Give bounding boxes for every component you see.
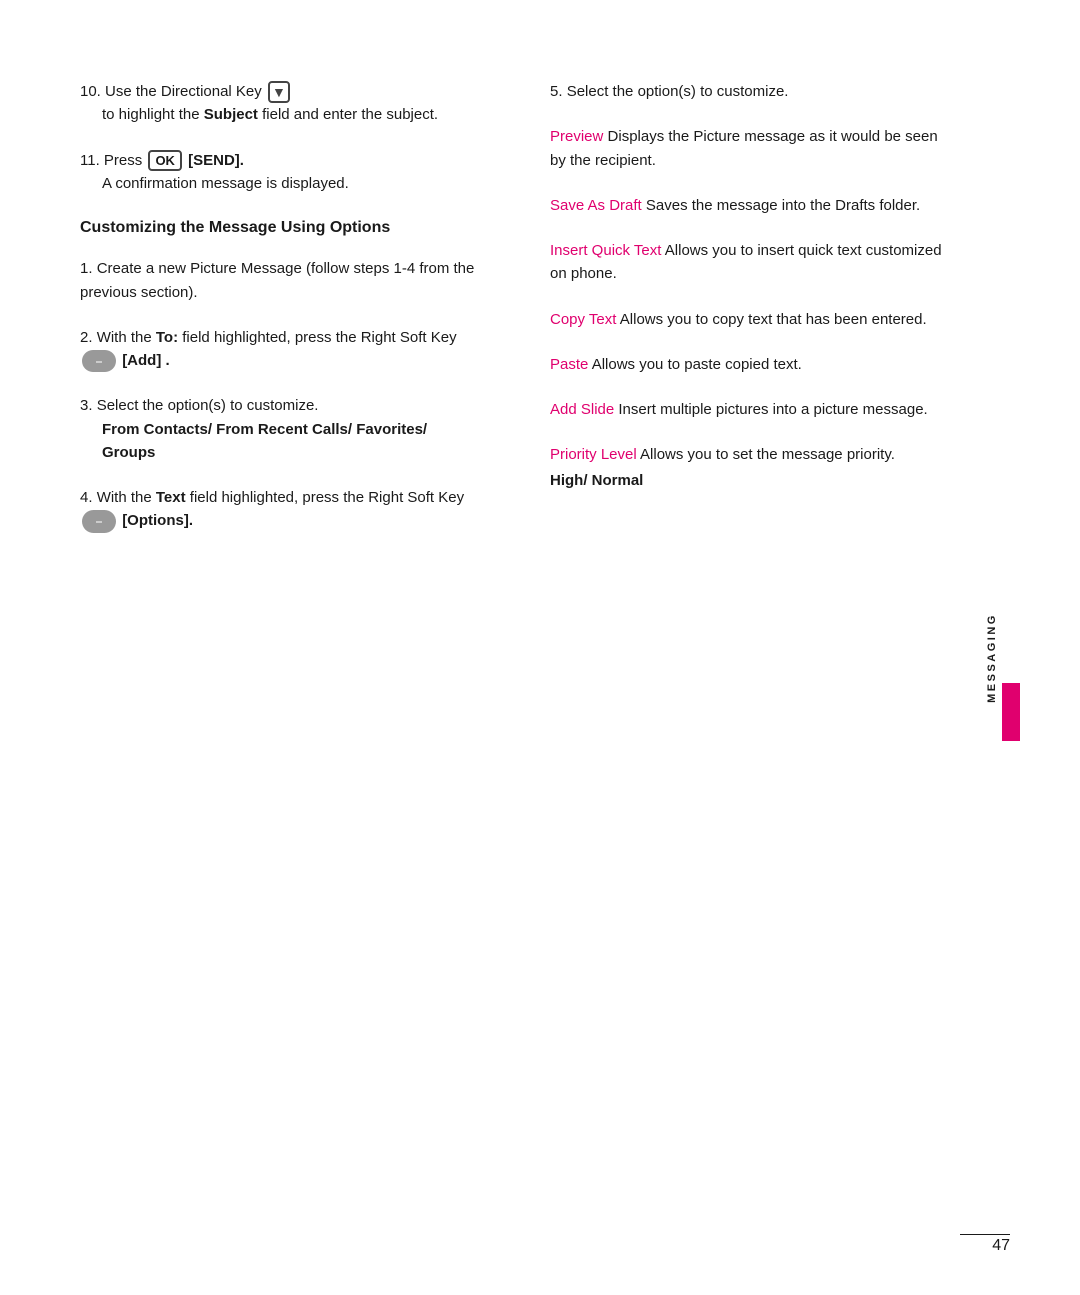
- step-4: 4. With the Text field highlighted, pres…: [80, 486, 480, 533]
- step-4-text: With the Text field highlighted, press t…: [80, 489, 464, 529]
- option-copy-text: Copy Text Allows you to copy text that h…: [550, 308, 944, 331]
- sidebar-bar: [1002, 683, 1020, 741]
- to-bold: To:: [156, 329, 178, 346]
- step-1-text: Create a new Picture Message (follow ste…: [80, 260, 474, 300]
- priority-level-label: Priority Level: [550, 446, 637, 463]
- step-10-text: Use the Directional Key: [105, 83, 266, 100]
- option-save-as-draft: Save As Draft Saves the message into the…: [550, 194, 944, 217]
- step-3-number: 3.: [80, 397, 93, 414]
- contacts-options-bold: From Contacts/ From Recent Calls/ Favori…: [102, 421, 427, 461]
- step-11-text: Press: [104, 152, 147, 169]
- option-paste: Paste Allows you to paste copied text.: [550, 353, 944, 376]
- option-priority-level: Priority Level Allows you to set the mes…: [550, 443, 944, 492]
- step-10-number: 10.: [80, 83, 101, 100]
- save-as-draft-desc: Saves the message into the Drafts folder…: [646, 197, 920, 214]
- main-content: 10. Use the Directional Key ▼ to highlig…: [0, 0, 1080, 1295]
- paste-label: Paste: [550, 356, 588, 373]
- save-as-draft-label: Save As Draft: [550, 197, 642, 214]
- sidebar: MESSAGING: [984, 80, 1020, 1235]
- section-heading: Customizing the Message Using Options: [80, 217, 480, 239]
- right-column: 5. Select the option(s) to customize. Pr…: [540, 80, 944, 1235]
- priority-level-values: High/ Normal: [550, 472, 643, 489]
- page-number: 47: [992, 1237, 1010, 1255]
- copy-text-desc: Allows you to copy text that has been en…: [620, 311, 927, 328]
- left-column: 10. Use the Directional Key ▼ to highlig…: [80, 80, 500, 1235]
- step-2: 2. With the To: field highlighted, press…: [80, 326, 480, 373]
- text-bold: Text: [156, 489, 186, 506]
- step-10: 10. Use the Directional Key ▼ to highlig…: [80, 80, 480, 127]
- priority-level-desc: Allows you to set the message priority.: [640, 446, 895, 463]
- right-soft-key-options-icon: ⎯: [82, 510, 116, 533]
- option-preview: Preview Displays the Picture message as …: [550, 125, 944, 172]
- step-3: 3. Select the option(s) to customize. Fr…: [80, 394, 480, 464]
- send-label: [SEND].: [188, 152, 244, 169]
- copy-text-label: Copy Text: [550, 311, 616, 328]
- add-slide-label: Add Slide: [550, 401, 614, 418]
- step-11: 11. Press OK [SEND]. A confirmation mess…: [80, 149, 480, 196]
- options-bracket: [Options].: [122, 512, 193, 529]
- add-slide-desc: Insert multiple pictures into a picture …: [618, 401, 927, 418]
- step-10-indent: to highlight the Subject field and enter…: [80, 103, 480, 126]
- step-11-number: 11.: [80, 152, 100, 169]
- preview-label: Preview: [550, 128, 603, 145]
- step-3-text: Select the option(s) to customize.: [97, 397, 319, 414]
- step-5: 5. Select the option(s) to customize.: [550, 80, 944, 103]
- step-2-number: 2.: [80, 329, 93, 346]
- directional-key-icon: ▼: [268, 81, 290, 103]
- ok-button-icon: OK: [148, 150, 182, 172]
- page-container: 10. Use the Directional Key ▼ to highlig…: [0, 0, 1080, 1295]
- right-soft-key-add-icon: ⎯: [82, 350, 116, 373]
- divider-line: [960, 1234, 1010, 1236]
- step-1: 1. Create a new Picture Message (follow …: [80, 257, 480, 304]
- step-11-indent: A confirmation message is displayed.: [80, 172, 480, 195]
- step-2-text: With the To: field highlighted, press th…: [80, 329, 457, 369]
- step-3-indent: From Contacts/ From Recent Calls/ Favori…: [80, 418, 480, 465]
- option-insert-quick-text: Insert Quick Text Allows you to insert q…: [550, 239, 944, 286]
- step-4-number: 4.: [80, 489, 93, 506]
- add-bracket: [Add] .: [122, 352, 169, 369]
- step-5-text: Select the option(s) to customize.: [567, 83, 789, 100]
- option-add-slide: Add Slide Insert multiple pictures into …: [550, 398, 944, 421]
- subject-bold: Subject: [204, 106, 258, 123]
- step-1-number: 1.: [80, 260, 93, 277]
- insert-quick-text-label: Insert Quick Text: [550, 242, 661, 259]
- preview-desc: Displays the Picture message as it would…: [550, 128, 938, 168]
- paste-desc: Allows you to paste copied text.: [592, 356, 802, 373]
- step-5-number: 5.: [550, 83, 563, 100]
